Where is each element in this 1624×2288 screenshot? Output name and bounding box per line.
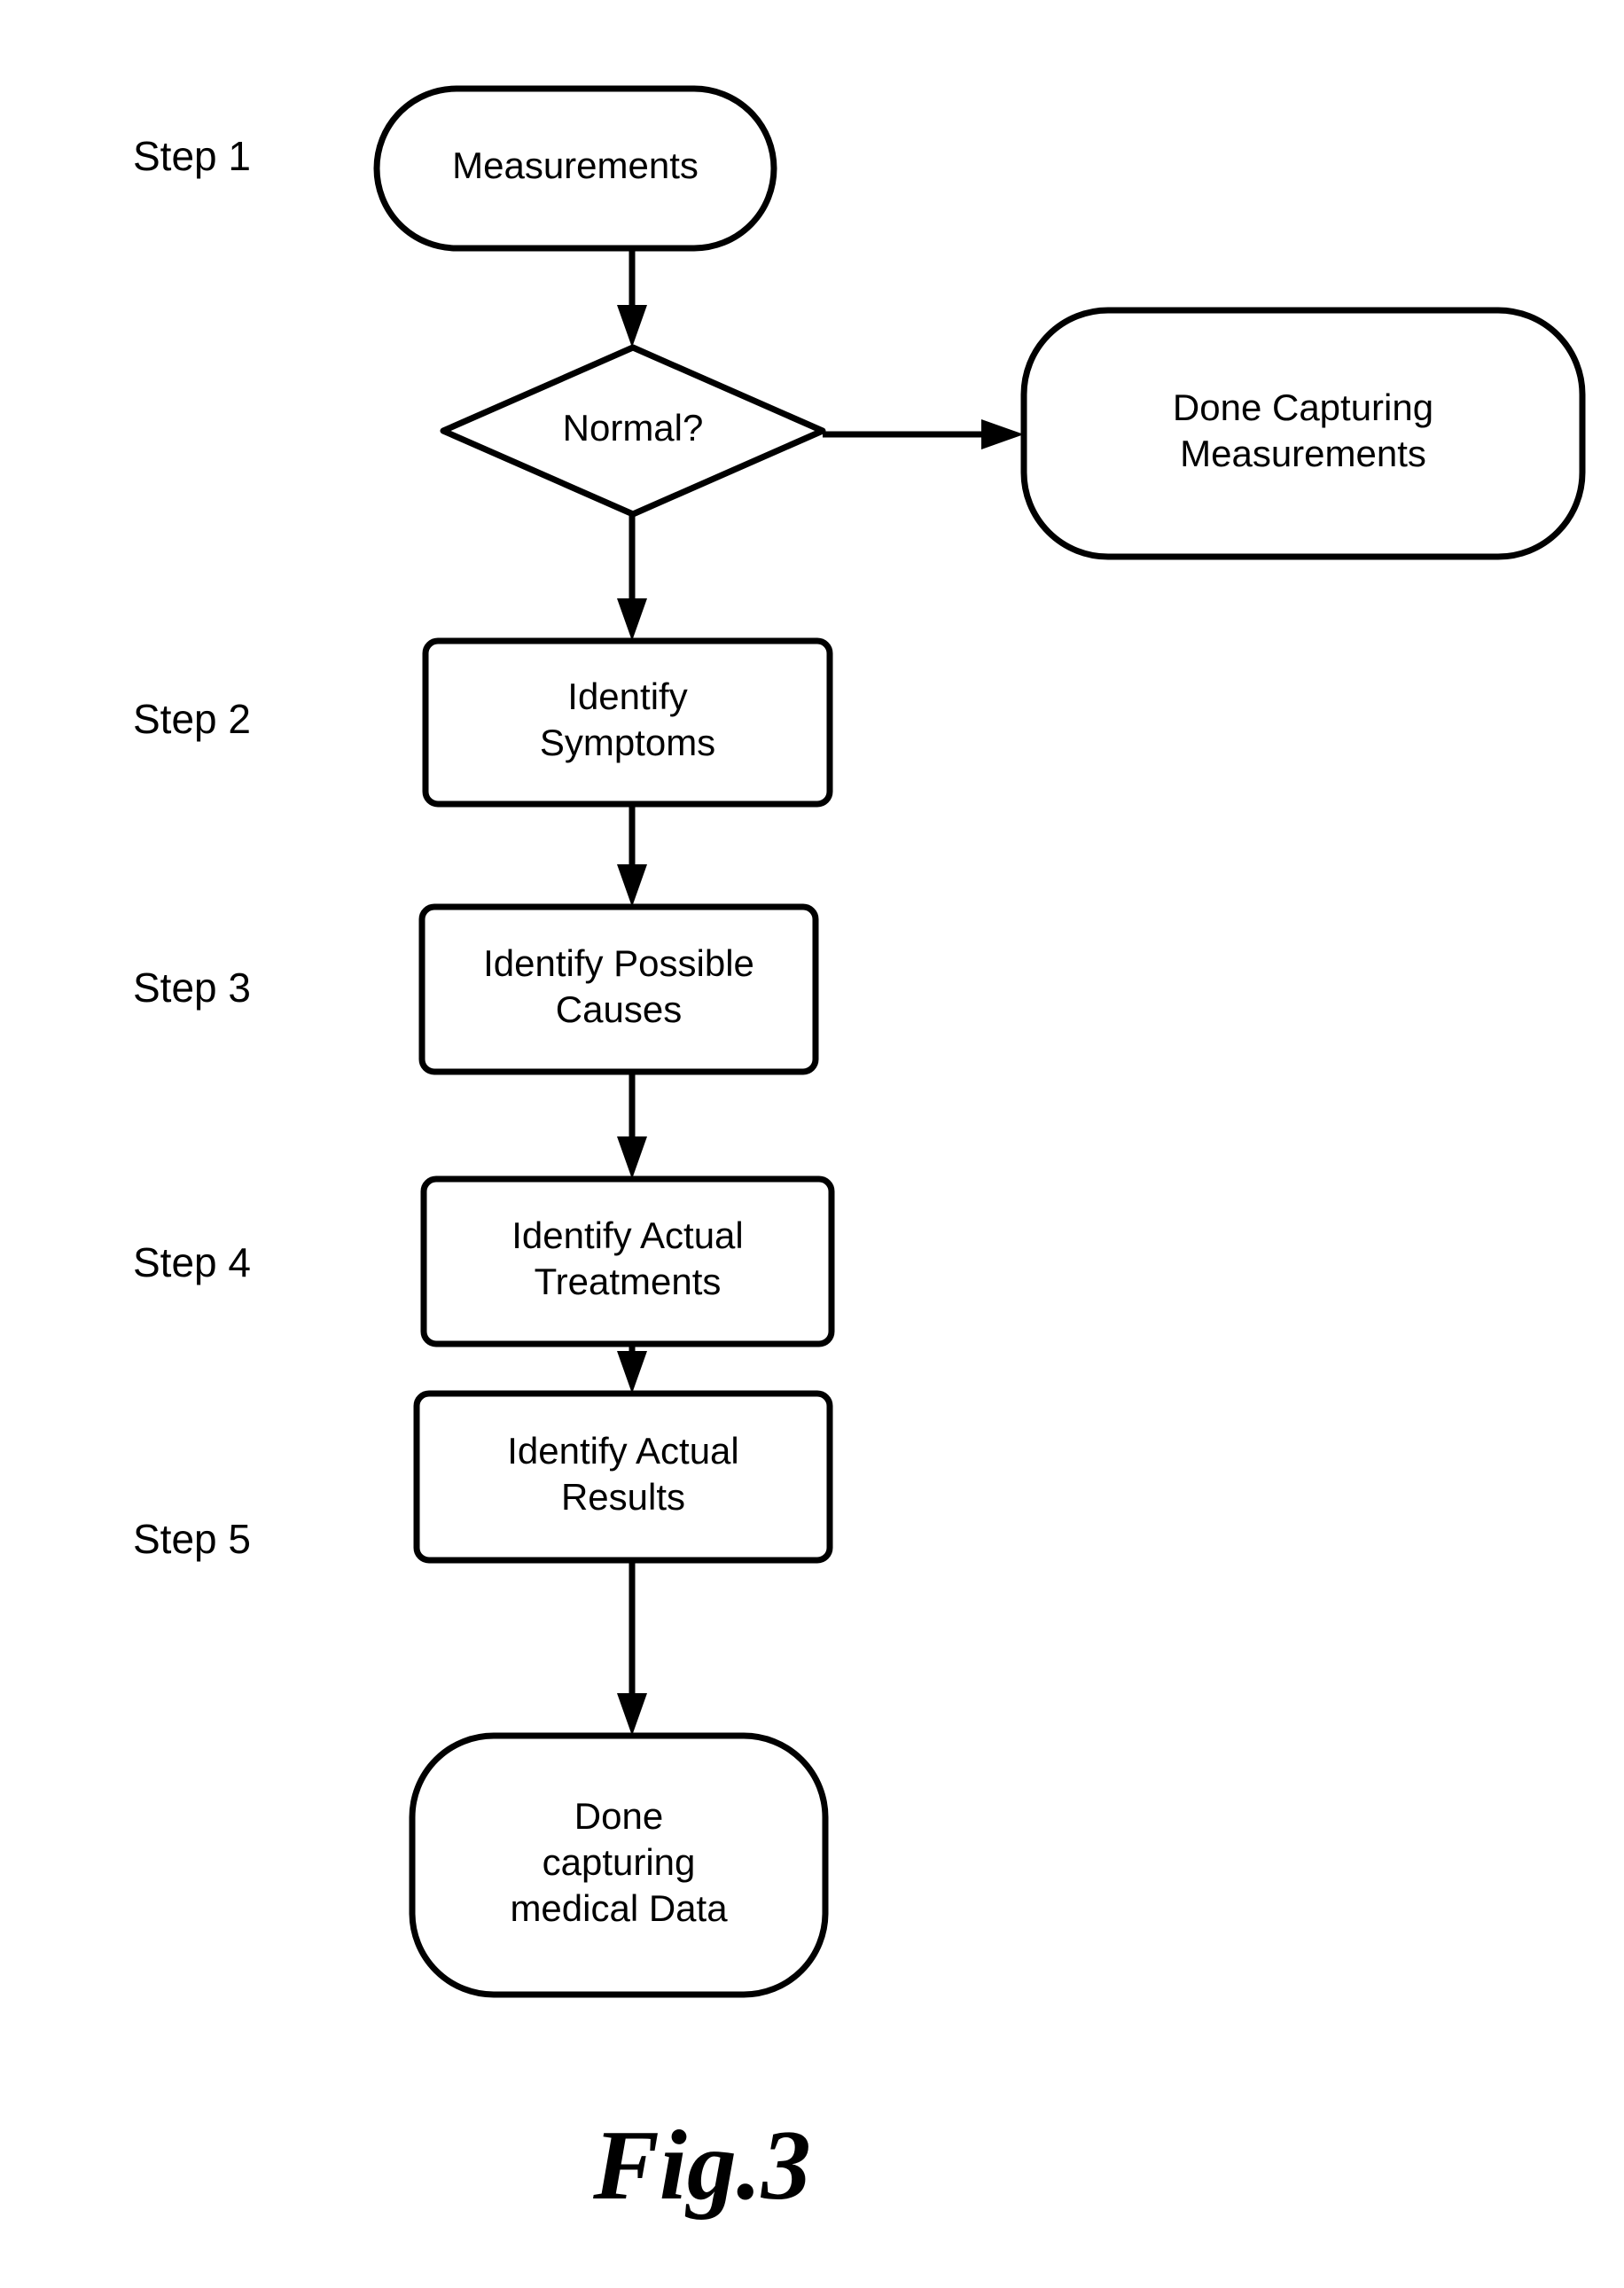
- arrowhead-icon: [617, 864, 647, 907]
- nodes-layer: Measurements Normal? Done Capturing Measure…: [373, 85, 1586, 1998]
- flowchart-canvas: Measurements Normal? Done Capturing Measure…: [133, 85, 1586, 2221]
- node-done-capturing-measurements[interactable]: Done Capturing Measurements: [1020, 307, 1586, 560]
- flowchart-diagram: Measurements Normal? Done Capturing Measure…: [0, 0, 1624, 2288]
- node-label-line: Treatments: [535, 1261, 722, 1302]
- step-labels-layer: Step 1 Step 2 Step 3 Step 4 Step 5: [133, 133, 251, 1562]
- node-identify-symptoms[interactable]: Identify Symptoms: [422, 637, 833, 808]
- arrowhead-icon: [617, 1693, 647, 1736]
- node-label-line: Causes: [556, 988, 682, 1030]
- node-label-line: medical Data: [510, 1887, 728, 1929]
- arrowhead-icon: [617, 1351, 647, 1394]
- connector-treatments-to-results: [617, 1344, 647, 1394]
- node-done-capturing-medical-data[interactable]: Donecapturingmedical Data: [409, 1732, 829, 1998]
- node-label-line: Done Capturing: [1173, 387, 1433, 428]
- node-label-line: Identify Actual: [511, 1214, 744, 1256]
- figure-caption: Fig.3: [592, 2111, 811, 2221]
- node-label-line: Identify Possible: [483, 942, 754, 984]
- node-measurements[interactable]: Measurements: [373, 85, 777, 252]
- node-label-line: Measurements: [452, 144, 699, 186]
- connector-normal-to-identify-symptoms: [617, 512, 647, 641]
- arrowhead-icon: [981, 419, 1024, 449]
- step-label-2: Step 2: [133, 696, 251, 742]
- step-label-1: Step 1: [133, 133, 251, 179]
- node-identify-possible-causes[interactable]: Identify PossibleCauses: [418, 903, 819, 1075]
- node-label-line: Results: [561, 1476, 685, 1518]
- step-label-4: Step 4: [133, 1239, 251, 1285]
- node-label-line: Identify: [567, 675, 687, 717]
- connector-results-to-done-medical: [617, 1560, 647, 1736]
- node-label-line: Symptoms: [540, 722, 715, 763]
- connector-causes-to-treatments: [617, 1072, 647, 1179]
- node-label-line: Done: [574, 1795, 663, 1837]
- connector-measurements-to-normal: [617, 248, 647, 347]
- connector-symptoms-to-causes: [617, 804, 647, 907]
- node-identify-actual-results[interactable]: Identify ActualResults: [413, 1390, 833, 1564]
- arrowhead-icon: [617, 1136, 647, 1179]
- node-label-line: Normal?: [563, 407, 704, 449]
- node-identify-actual-treatments[interactable]: Identify Actual Treatments: [420, 1175, 835, 1347]
- step-label-3: Step 3: [133, 964, 251, 1011]
- node-label-line: Measurements: [1180, 433, 1426, 474]
- node-label-line: capturing: [543, 1841, 696, 1883]
- node-label-line: Identify Actual: [507, 1430, 739, 1472]
- arrowhead-icon: [617, 598, 647, 641]
- node-normal-decision[interactable]: Normal?: [440, 344, 826, 518]
- step-label-5: Step 5: [133, 1516, 251, 1562]
- arrowhead-icon: [617, 305, 647, 347]
- connector-normal-to-done-capturing: [823, 419, 1024, 449]
